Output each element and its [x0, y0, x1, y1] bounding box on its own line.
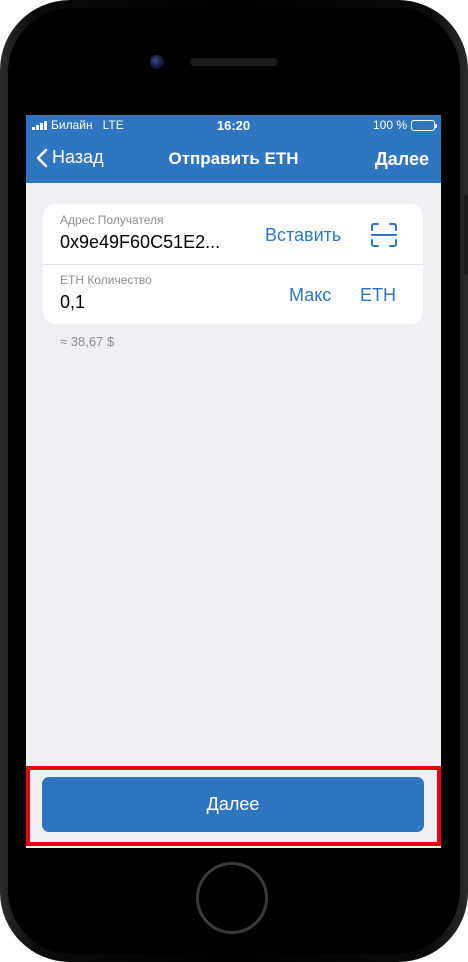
nav-next-button[interactable]: Далее [375, 149, 429, 170]
recipient-row: Адрес Получателя 0x9e49F60C51E2... Встав… [43, 204, 423, 265]
earpiece-speaker [190, 58, 278, 66]
currency-button[interactable]: ETH [360, 285, 396, 306]
recipient-label: Адрес Получателя [60, 213, 164, 227]
nav-bar: Назад Отправить ETH Далее [26, 143, 441, 179]
battery-percent: 100 % [372, 118, 407, 132]
max-button[interactable]: Макс [289, 285, 331, 306]
fiat-estimate: ≈ 38,67 $ [60, 334, 115, 349]
status-right: 100 % [372, 118, 437, 132]
qr-scan-icon[interactable] [371, 223, 397, 247]
battery-icon [411, 119, 437, 131]
send-form-card: Адрес Получателя 0x9e49F60C51E2... Встав… [43, 204, 423, 324]
side-button [464, 195, 468, 275]
amount-input[interactable]: 0,1 [60, 292, 85, 313]
paste-button[interactable]: Вставить [265, 225, 341, 246]
status-bar: Билайн LTE 16:20 100 % [26, 118, 441, 136]
front-camera [150, 55, 164, 69]
header: Билайн LTE 16:20 100 % Назад Отправить E… [26, 115, 441, 183]
app-screen: Билайн LTE 16:20 100 % Назад Отправить E… [26, 115, 441, 848]
amount-row: ETH Количество 0,1 Макс ETH [43, 264, 423, 324]
highlight-box [26, 766, 441, 846]
amount-label: ETH Количество [60, 273, 152, 287]
home-button[interactable] [196, 862, 268, 934]
recipient-address-input[interactable]: 0x9e49F60C51E2... [60, 232, 220, 253]
